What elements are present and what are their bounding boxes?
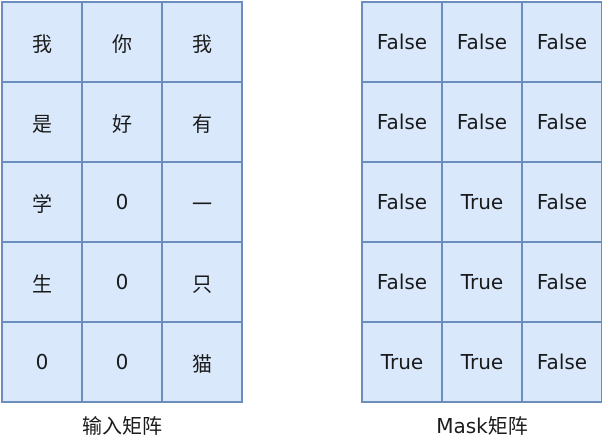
mask-cell-r3-c3: False [523, 163, 602, 243]
input-cell-r1-c3: 我 [163, 3, 243, 83]
mask-cell-r2-c1: False [363, 83, 443, 163]
mask-cell-r2-c3: False [523, 83, 602, 163]
mask-cell-r4-c2: True [443, 243, 523, 323]
mask-cell-r5-c3: False [523, 323, 602, 403]
input-cell-r4-c2: 0 [83, 243, 163, 323]
mask-cell-r4-c1: False [363, 243, 443, 323]
mask-cell-r1-c2: False [443, 3, 523, 83]
input-cell-r5-c2: 0 [83, 323, 163, 403]
input-cell-r5-c3: 猫 [163, 323, 243, 403]
input-cell-r5-c1: 0 [3, 323, 83, 403]
mask-cell-r4-c3: False [523, 243, 602, 323]
input-cell-r3-c2: 0 [83, 163, 163, 243]
input-cell-r2-c2: 好 [83, 83, 163, 163]
mask-matrix: False False False False False False Fals… [361, 1, 602, 403]
mask-cell-r1-c3: False [523, 3, 602, 83]
input-matrix: 我 你 我 是 好 有 学 0 一 生 0 只 0 0 猫 [1, 1, 243, 403]
mask-cell-r1-c1: False [363, 3, 443, 83]
mask-cell-r2-c2: False [443, 83, 523, 163]
input-cell-r2-c1: 是 [3, 83, 83, 163]
mask-cell-r3-c2: True [443, 163, 523, 243]
mask-cell-r5-c2: True [443, 323, 523, 403]
mask-cell-r3-c1: False [363, 163, 443, 243]
input-matrix-caption: 输入矩阵 [82, 414, 162, 438]
input-cell-r1-c1: 我 [3, 3, 83, 83]
input-cell-r3-c1: 学 [3, 163, 83, 243]
input-cell-r4-c1: 生 [3, 243, 83, 323]
input-cell-r3-c3: 一 [163, 163, 243, 243]
mask-cell-r5-c1: True [363, 323, 443, 403]
input-cell-r2-c3: 有 [163, 83, 243, 163]
input-cell-r4-c3: 只 [163, 243, 243, 323]
input-cell-r1-c2: 你 [83, 3, 163, 83]
mask-matrix-caption: Mask矩阵 [436, 414, 528, 438]
